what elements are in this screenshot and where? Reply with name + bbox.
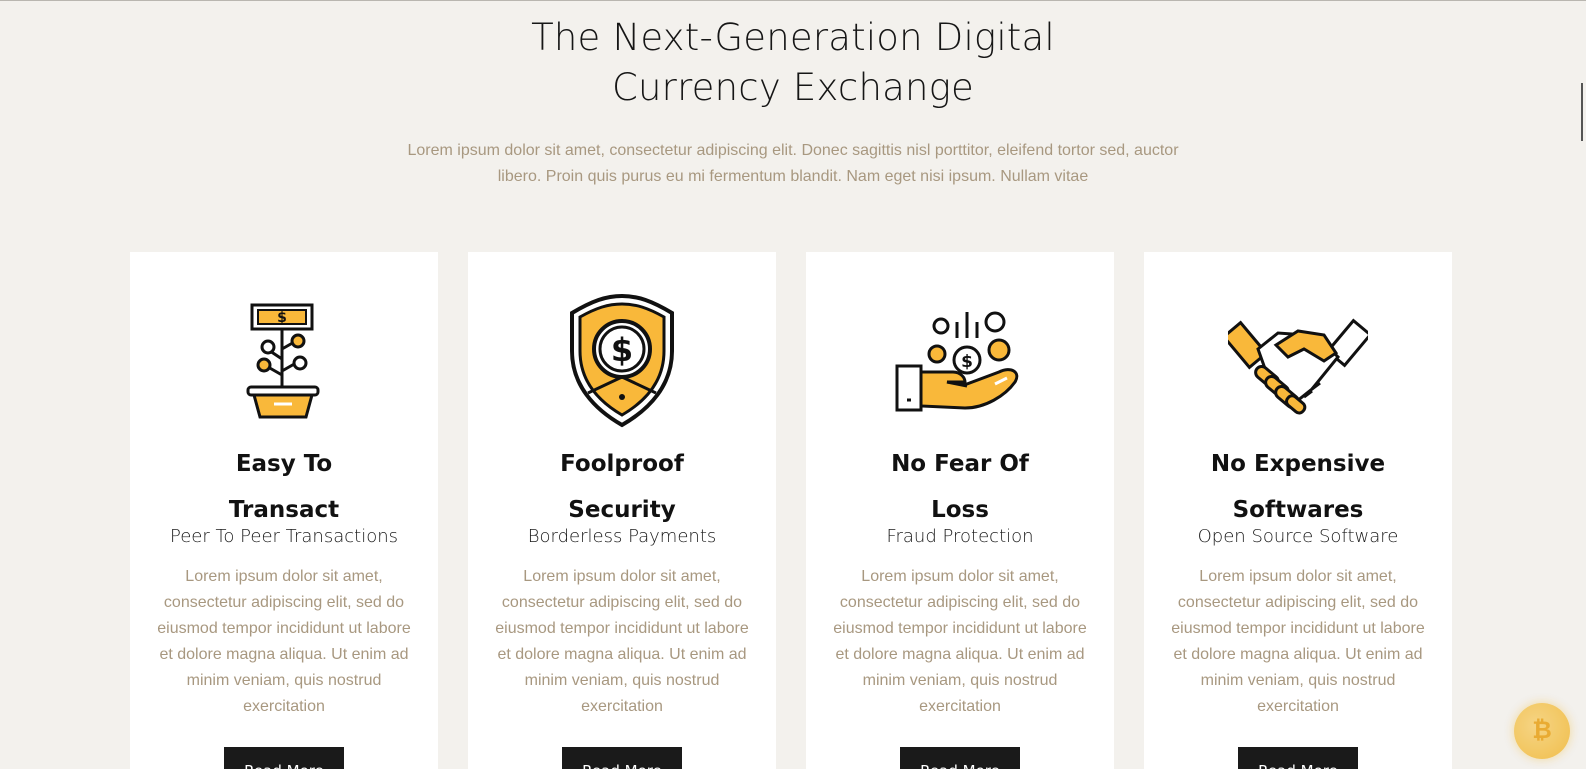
card-title: Easy To Transact	[228, 451, 340, 523]
hand-coins-icon: $	[828, 292, 1092, 430]
card-title: No Expensive Softwares	[1210, 451, 1386, 523]
card-subtitle: Borderless Payments	[527, 526, 717, 547]
card-text: Lorem ipsum dolor sit amet, consectetur …	[1171, 568, 1425, 715]
feature-card-foolproof-security: $ Foolproof Security Borderless Payments…	[468, 252, 776, 769]
read-more-button[interactable]: Read More	[562, 747, 682, 769]
money-plant-icon: $	[152, 292, 416, 430]
svg-text:$: $	[961, 352, 973, 372]
card-text: Lorem ipsum dolor sit amet, consectetur …	[157, 568, 411, 715]
hero-section: The Next-Generation Digital Currency Exc…	[0, 1, 1586, 190]
svg-text:$: $	[611, 331, 633, 369]
bitcoin-icon[interactable]: ₿	[1514, 703, 1570, 759]
hero-description: Lorem ipsum dolor sit amet, consectetur …	[407, 142, 1179, 185]
feature-cards: $ Easy To Transact Peer To Peer Transact…	[130, 252, 1452, 769]
card-text: Lorem ipsum dolor sit amet, consectetur …	[495, 568, 749, 715]
read-more-button[interactable]: Read More	[1238, 747, 1358, 769]
read-more-button[interactable]: Read More	[900, 747, 1020, 769]
card-title: No Fear Of Loss	[891, 451, 1029, 523]
feature-card-no-expensive-softwares: No Expensive Softwares Open Source Softw…	[1144, 252, 1452, 769]
card-subtitle: Fraud Protection	[886, 526, 1034, 547]
feature-card-easy-to-transact: $ Easy To Transact Peer To Peer Transact…	[130, 252, 438, 769]
page-title: The Next-Generation Digital Currency Exc…	[0, 13, 1586, 113]
page-title-line1: The Next-Generation Digital	[531, 16, 1055, 59]
card-title: Foolproof Security	[560, 451, 684, 523]
feature-card-no-fear-of-loss: $ No Fear Of Loss Fraud Protection Lorem…	[806, 252, 1114, 769]
shield-dollar-icon: $	[490, 292, 754, 430]
card-subtitle: Open Source Software	[1197, 526, 1399, 547]
scrollbar-thumb[interactable]	[1581, 83, 1583, 141]
page-title-line2: Currency Exchange	[611, 66, 975, 109]
card-subtitle: Peer To Peer Transactions	[170, 526, 398, 547]
svg-text:$: $	[277, 310, 287, 326]
read-more-button[interactable]: Read More	[224, 747, 344, 769]
handshake-icon	[1166, 292, 1430, 430]
card-text: Lorem ipsum dolor sit amet, consectetur …	[833, 568, 1087, 715]
